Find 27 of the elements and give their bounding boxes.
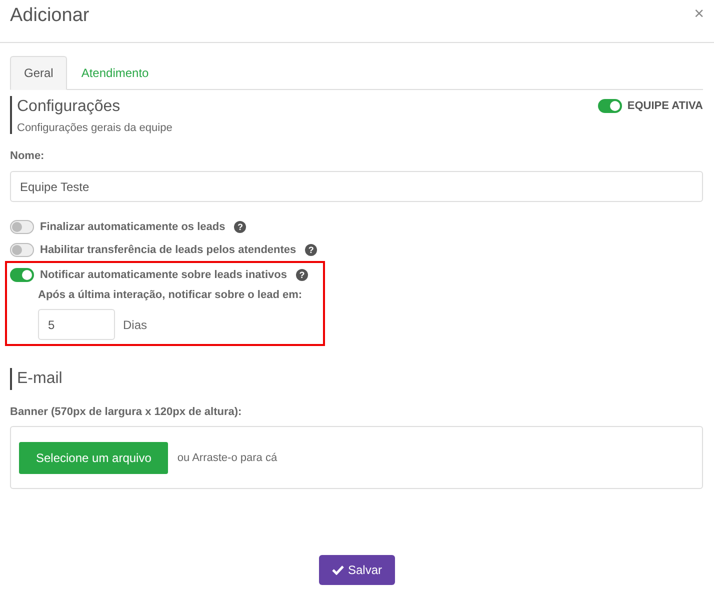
toggle-switch[interactable] (598, 99, 622, 113)
section-subtitle: Configurações gerais da equipe (17, 122, 172, 134)
section-heading: Configurações (17, 97, 122, 117)
name-field[interactable]: Equipe Teste (10, 171, 703, 202)
drop-hint: ou Arraste-o para cá (177, 452, 278, 464)
save-button[interactable]: Salvar (318, 555, 395, 585)
option-label: Finalizar automaticamente os leads (40, 220, 226, 232)
unit-label: Dias (123, 318, 148, 332)
close-button[interactable]: × (694, 5, 704, 22)
field-label: Após a última interação, notificar sobre o lead em: (38, 289, 304, 301)
section-heading: E-mail (17, 369, 62, 389)
field-label: Nome: (10, 150, 46, 162)
tab[interactable]: Geral (10, 56, 68, 90)
toggle-switch[interactable] (10, 220, 34, 234)
drop-zone[interactable]: Selecione um arquivo ou Arraste-o para cá (10, 426, 703, 489)
help-icon[interactable]: ? (234, 220, 246, 232)
option-label: Notificar automaticamente sobre leads inativos (40, 268, 287, 280)
check-icon (332, 565, 344, 575)
help-icon[interactable]: ? (296, 268, 308, 280)
toggle-switch[interactable] (10, 242, 34, 256)
help-icon[interactable]: ? (305, 244, 318, 256)
option-label: Habilitar transferência de leads pelos atendentes (40, 244, 296, 256)
toggle-switch[interactable] (10, 268, 34, 282)
days-field[interactable]: 5 (38, 309, 115, 340)
field-label: Banner (570px de largura x 120px de altura): (10, 406, 243, 418)
toggle-label: EQUIPE ATIVA (627, 100, 703, 112)
window-title: Adicionar (10, 5, 90, 27)
